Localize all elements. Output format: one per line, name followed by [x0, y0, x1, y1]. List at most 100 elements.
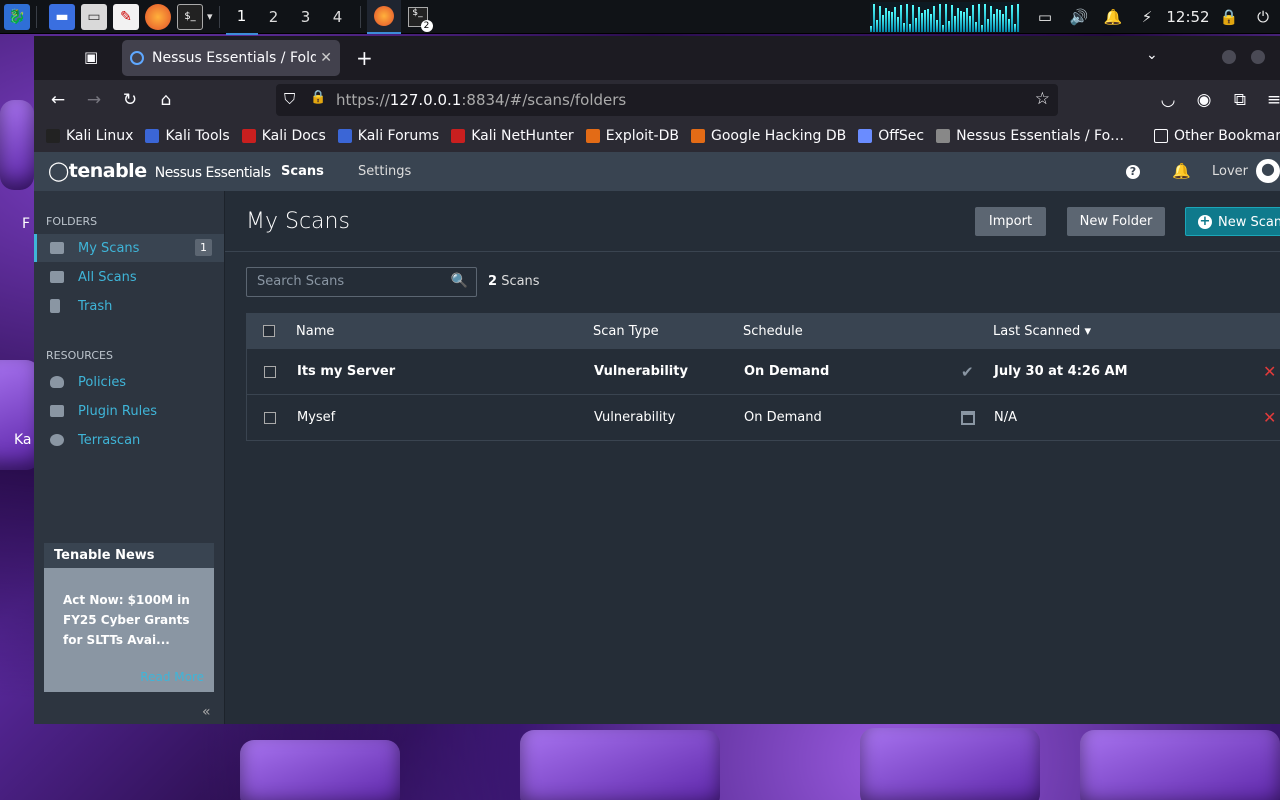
column-last-scanned[interactable]: Last Scanned ▾	[993, 324, 1091, 339]
logout-icon[interactable]: ⏻	[1246, 8, 1280, 26]
column-schedule[interactable]: Schedule	[743, 324, 803, 339]
scan-name[interactable]: Mysef	[297, 410, 335, 425]
bookmark-item[interactable]: Kali Forums	[337, 128, 440, 144]
import-button[interactable]: Import	[975, 207, 1046, 236]
cpu-graph-bar	[1017, 4, 1019, 32]
new-scan-button[interactable]: + New Scan	[1185, 207, 1280, 236]
cpu-graph-bar	[924, 9, 926, 32]
help-icon[interactable]: ?	[1126, 165, 1140, 179]
sidebar-item-trash[interactable]: Trash	[34, 292, 224, 320]
browser-tab[interactable]: Nessus Essentials / Folders ✕	[122, 40, 340, 76]
delete-icon[interactable]: ✕	[1263, 408, 1276, 427]
bookmark-item[interactable]: Kali Linux	[46, 128, 133, 144]
home-icon[interactable]: ⌂	[154, 88, 178, 112]
user-avatar-icon[interactable]: ●	[1256, 159, 1280, 183]
tab-title: Nessus Essentials / Folders	[152, 50, 317, 66]
user-name[interactable]: Lover	[1212, 164, 1248, 179]
sidebar-item-all-scans[interactable]: All Scans	[34, 263, 224, 291]
terminal-icon[interactable]: $_	[177, 3, 203, 30]
tenable-logo[interactable]: ◯tenable Nessus Essentials	[48, 160, 271, 182]
cpu-graph-bar	[960, 11, 962, 32]
new-folder-button[interactable]: New Folder	[1067, 207, 1165, 236]
delete-icon[interactable]: ✕	[1263, 362, 1276, 381]
cpu-graph-bar	[897, 17, 899, 32]
forward-icon[interactable]: →	[82, 88, 106, 112]
row-checkbox[interactable]	[264, 365, 276, 378]
other-bookmarks[interactable]: Other Bookmarks	[1154, 128, 1280, 144]
workspace-4[interactable]: 4	[322, 0, 354, 34]
bookmark-item[interactable]: Kali NetHunter	[451, 128, 574, 144]
search-input[interactable]: Search Scans 🔍	[246, 267, 477, 297]
row-checkbox[interactable]	[264, 411, 276, 424]
bookmark-item[interactable]: OffSec	[858, 128, 924, 144]
bookmark-favicon-icon	[451, 129, 466, 143]
scan-name[interactable]: Its my Server	[297, 364, 395, 379]
bookmark-label: Kali Forums	[357, 128, 440, 144]
bookmark-item[interactable]: Google Hacking DB	[690, 128, 846, 144]
volume-icon[interactable]: 🔊	[1062, 8, 1096, 26]
nav-settings[interactable]: Settings	[358, 164, 411, 179]
maximize-window-icon[interactable]	[1251, 50, 1265, 64]
scan-type: Vulnerability	[594, 410, 676, 425]
task-firefox[interactable]	[366, 0, 401, 34]
sidebar-item-policies[interactable]: Policies	[34, 368, 224, 396]
close-tab-icon[interactable]: ✕	[320, 50, 332, 66]
collapse-sidebar-icon[interactable]: «	[202, 704, 211, 720]
column-scan-type[interactable]: Scan Type	[593, 324, 659, 339]
select-all-checkbox[interactable]	[263, 325, 275, 337]
workspace-1[interactable]: 1	[225, 0, 258, 35]
bookmark-item[interactable]: Kali Tools	[145, 128, 230, 144]
display-icon[interactable]: ▭	[1028, 8, 1062, 26]
clock[interactable]: 12:52	[1164, 8, 1212, 26]
scan-count: 2 Scans	[488, 274, 540, 289]
notification-bell-icon[interactable]: 🔔	[1172, 162, 1191, 180]
wallpaper-shape	[1080, 730, 1280, 800]
bookmark-item[interactable]: Exploit-DB	[585, 128, 679, 144]
table-row[interactable]: Its my Server Vulnerability On Demand ✔ …	[246, 349, 1280, 395]
extensions-icon[interactable]: ⧉	[1228, 88, 1252, 112]
lock-icon[interactable]: 🔒	[1212, 8, 1246, 26]
lock-icon[interactable]: 🔒	[310, 90, 326, 105]
notification-bell-icon[interactable]: 🔔	[1096, 8, 1130, 26]
chevron-down-icon[interactable]: ▾	[207, 10, 213, 23]
menu-icon[interactable]: ≡	[1262, 88, 1280, 112]
workspace-2[interactable]: 2	[258, 0, 290, 34]
column-name[interactable]: Name	[296, 324, 334, 339]
bookmark-item[interactable]: Kali Docs	[241, 128, 326, 144]
bookmark-star-icon[interactable]: ☆	[1035, 89, 1050, 109]
nav-scans[interactable]: Scans	[281, 164, 324, 179]
url-bar[interactable]: ⛉ 🔒 https://127.0.0.1:8834/#/scans/folde…	[276, 84, 1058, 116]
news-body[interactable]: Act Now: $100M in FY25 Cyber Grants for …	[44, 568, 214, 650]
sidebar-item-terrascan[interactable]: Terrascan	[34, 426, 224, 454]
firefox-view-icon[interactable]: ▣	[84, 48, 98, 66]
task-terminal[interactable]: $_ 2	[401, 0, 435, 34]
sidebar-item-label: All Scans	[78, 269, 137, 285]
minimize-window-icon[interactable]	[1222, 50, 1236, 64]
list-tabs-icon[interactable]: ⌄	[1146, 47, 1158, 63]
cpu-graph-bar	[978, 4, 980, 32]
bookmark-item[interactable]: Nessus Essentials / Fo…	[936, 128, 1124, 144]
account-icon[interactable]: ◉	[1192, 88, 1216, 112]
app-header: ◯tenable Nessus Essentials Scans Setting…	[34, 152, 1280, 191]
pocket-icon[interactable]: ◡	[1156, 88, 1180, 112]
table-row[interactable]: Mysef Vulnerability On Demand N/A ✕	[246, 395, 1280, 441]
sidebar-item-my-scans[interactable]: My Scans 1	[34, 234, 224, 262]
shield-icon[interactable]: ⛉	[284, 90, 295, 108]
sidebar-item-plugin-rules[interactable]: Plugin Rules	[34, 397, 224, 425]
show-desktop-icon[interactable]: ▬	[49, 3, 75, 30]
cpu-graph-bar	[903, 22, 905, 32]
file-manager-icon[interactable]: ▭	[81, 3, 107, 30]
power-manager-icon[interactable]: ⚡	[1130, 8, 1164, 26]
search-icon[interactable]: 🔍	[451, 273, 468, 289]
bookmark-label: Kali Docs	[261, 128, 326, 144]
workspace-3[interactable]: 3	[290, 0, 322, 34]
firefox-icon[interactable]	[145, 3, 171, 30]
back-icon[interactable]: ←	[46, 88, 70, 112]
read-more-link[interactable]: Read More	[140, 670, 204, 684]
reload-icon[interactable]: ↻	[118, 88, 142, 112]
cpu-graph-bar	[1014, 24, 1016, 32]
kali-menu-icon[interactable]: 🐉	[4, 3, 30, 30]
cpu-graph-bar	[981, 24, 983, 32]
text-editor-icon[interactable]: ✎	[113, 3, 139, 30]
new-tab-icon[interactable]: +	[356, 46, 373, 70]
